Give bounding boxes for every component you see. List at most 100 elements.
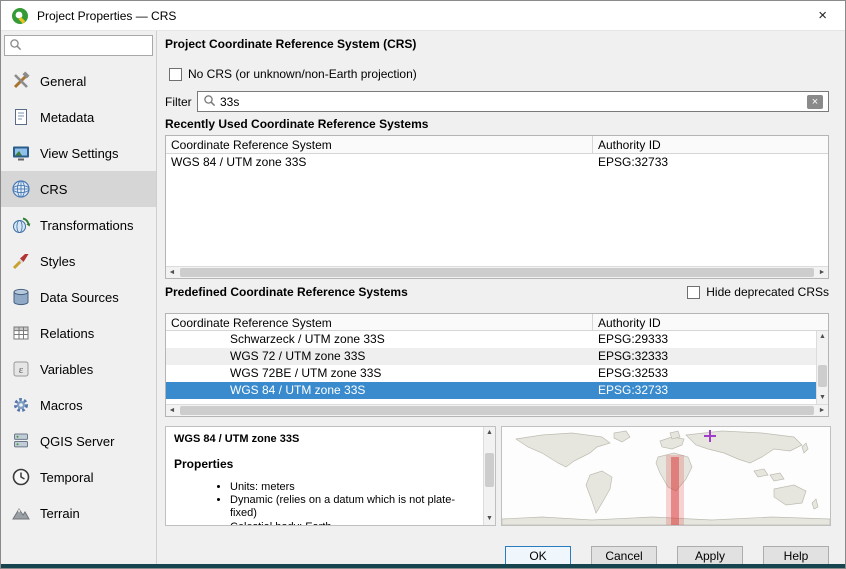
column-header-authority[interactable]: Authority ID — [593, 136, 828, 153]
sidebar-item-label: CRS — [40, 182, 67, 197]
table-row[interactable]: WGS 72BE / UTM zone 33S EPSG:32533 — [166, 365, 816, 382]
authority-id-cell: EPSG:32533 — [593, 365, 816, 382]
sidebar-item-macros[interactable]: Macros — [1, 387, 156, 423]
temporal-icon — [11, 467, 31, 487]
crs-extent-map-preview — [501, 426, 831, 526]
sidebar-item-transformations[interactable]: Transformations — [1, 207, 156, 243]
close-icon[interactable]: × — [810, 4, 835, 27]
filter-row: Filter × — [165, 91, 829, 112]
crs-details-content: WGS 84 / UTM zone 33S Properties Units: … — [166, 427, 483, 526]
h-scrollbar[interactable]: ◄ ► — [166, 404, 828, 416]
scroll-thumb[interactable] — [485, 453, 494, 487]
recent-section-title: Recently Used Coordinate Reference Syste… — [165, 117, 428, 131]
scroll-thumb[interactable] — [180, 406, 814, 415]
table-row[interactable]: WGS 72 / UTM zone 33S EPSG:32333 — [166, 348, 816, 365]
world-map — [502, 427, 830, 525]
scroll-thumb[interactable] — [180, 268, 814, 277]
qgis-logo-icon — [11, 7, 29, 25]
crs-name-cell: WGS 84 / UTM zone 33S — [166, 154, 593, 171]
crs-name-cell: WGS 72BE / UTM zone 33S — [166, 365, 593, 382]
sidebar-item-relations[interactable]: Relations — [1, 315, 156, 351]
no-crs-row: No CRS (or unknown/non-Earth projection) — [169, 67, 417, 81]
scroll-down-icon[interactable]: ▼ — [817, 392, 828, 404]
sidebar-item-label: Data Sources — [40, 290, 119, 305]
scroll-up-icon[interactable]: ▲ — [817, 331, 828, 343]
recent-table-header: Coordinate Reference System Authority ID — [166, 136, 828, 154]
relations-icon — [11, 323, 31, 343]
scroll-track[interactable] — [817, 343, 828, 392]
clear-filter-icon[interactable]: × — [807, 95, 823, 109]
predefined-crs-table: Coordinate Reference System Authority ID… — [165, 313, 829, 417]
general-icon — [11, 71, 31, 91]
no-crs-checkbox[interactable] — [169, 68, 182, 81]
terrain-icon — [11, 503, 31, 523]
column-header-crs[interactable]: Coordinate Reference System — [166, 136, 593, 153]
scroll-left-icon[interactable]: ◄ — [166, 267, 178, 278]
titlebar[interactable]: Project Properties — CRS × — [1, 1, 845, 31]
table-row-selected[interactable]: WGS 84 / UTM zone 33S EPSG:32733 — [166, 382, 816, 399]
sidebar-item-metadata[interactable]: Metadata — [1, 99, 156, 135]
crs-name-cell: WGS 84 / UTM zone 33S — [166, 382, 593, 399]
table-row[interactable]: WGS 84 / UTM zone 33S EPSG:32733 — [166, 154, 828, 171]
crs-name-cell: WGS 72 / UTM zone 33S — [166, 348, 593, 365]
view-settings-icon — [11, 143, 31, 163]
sidebar-item-general[interactable]: General — [1, 63, 156, 99]
scroll-down-icon[interactable]: ▼ — [484, 513, 495, 525]
sidebar-item-label: QGIS Server — [40, 434, 114, 449]
sidebar: General Metadata — [1, 31, 157, 564]
scroll-track[interactable] — [178, 267, 816, 278]
column-header-crs[interactable]: Coordinate Reference System — [166, 314, 593, 330]
sidebar-item-label: Temporal — [40, 470, 93, 485]
crs-globe-icon — [11, 179, 31, 199]
window-title: Project Properties — CRS — [37, 9, 176, 23]
predefined-section-row: Predefined Coordinate Reference Systems … — [165, 285, 829, 299]
v-scrollbar[interactable]: ▲ ▼ — [816, 331, 828, 404]
sidebar-search-box[interactable] — [4, 35, 153, 56]
sidebar-item-crs[interactable]: CRS — [1, 171, 156, 207]
sidebar-item-data-sources[interactable]: Data Sources — [1, 279, 156, 315]
sidebar-search-input[interactable] — [22, 39, 148, 53]
sidebar-item-variables[interactable]: ε Variables — [1, 351, 156, 387]
crs-details-panel: WGS 84 / UTM zone 33S Properties Units: … — [165, 426, 496, 526]
sidebar-item-qgis-server[interactable]: QGIS Server — [1, 423, 156, 459]
crs-property: Dynamic (relies on a datum which is not … — [230, 494, 479, 520]
transformations-icon — [11, 215, 31, 235]
recent-table-body: WGS 84 / UTM zone 33S EPSG:32733 — [166, 154, 828, 266]
recent-crs-table: Coordinate Reference System Authority ID… — [165, 135, 829, 279]
scroll-right-icon[interactable]: ► — [816, 405, 828, 416]
predefined-section-title: Predefined Coordinate Reference Systems — [165, 285, 408, 299]
column-header-authority[interactable]: Authority ID — [593, 314, 828, 330]
hide-deprecated-checkbox[interactable] — [687, 286, 700, 299]
sidebar-item-label: Metadata — [40, 110, 94, 125]
macros-icon — [11, 395, 31, 415]
sidebar-item-view-settings[interactable]: View Settings — [1, 135, 156, 171]
table-row[interactable]: Schwarzeck / UTM zone 33S EPSG:29333 — [166, 331, 816, 348]
variables-icon: ε — [11, 359, 31, 379]
sidebar-item-label: Styles — [40, 254, 75, 269]
scroll-track[interactable] — [484, 439, 495, 513]
predefined-table-body: Schwarzeck / UTM zone 33S EPSG:29333 WGS… — [166, 331, 816, 404]
scroll-thumb[interactable] — [818, 365, 827, 387]
sidebar-item-label: Variables — [40, 362, 93, 377]
filter-input-box[interactable]: × — [197, 91, 829, 112]
sidebar-item-terrain[interactable]: Terrain — [1, 495, 156, 531]
sidebar-item-label: General — [40, 74, 86, 89]
crs-property: Units: meters — [230, 481, 479, 494]
authority-id-cell: EPSG:29333 — [593, 331, 816, 348]
sidebar-item-styles[interactable]: Styles — [1, 243, 156, 279]
metadata-icon — [11, 107, 31, 127]
crs-name-cell: Schwarzeck / UTM zone 33S — [166, 331, 593, 348]
v-scrollbar[interactable]: ▲ ▼ — [483, 427, 495, 525]
filter-input[interactable] — [220, 95, 803, 109]
sidebar-item-temporal[interactable]: Temporal — [1, 459, 156, 495]
h-scrollbar[interactable]: ◄ ► — [166, 266, 828, 278]
scroll-right-icon[interactable]: ► — [816, 267, 828, 278]
hide-deprecated-label: Hide deprecated CRSs — [706, 285, 829, 299]
no-crs-label: No CRS (or unknown/non-Earth projection) — [188, 67, 417, 81]
scroll-track[interactable] — [178, 405, 816, 416]
scroll-up-icon[interactable]: ▲ — [484, 427, 495, 439]
scroll-left-icon[interactable]: ◄ — [166, 405, 178, 416]
page-title: Project Coordinate Reference System (CRS… — [165, 37, 416, 51]
sidebar-item-label: Macros — [40, 398, 83, 413]
authority-id-cell: EPSG:32333 — [593, 348, 816, 365]
